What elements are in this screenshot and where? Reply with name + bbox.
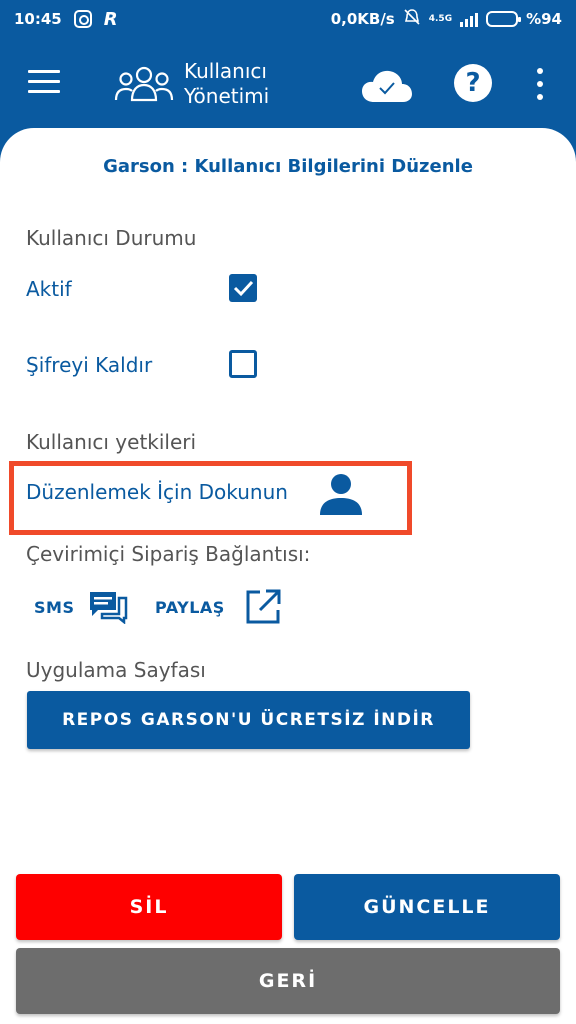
status-time: 10:45 <box>14 10 62 28</box>
open-external-icon[interactable] <box>244 588 282 626</box>
menu-button[interactable] <box>28 70 60 94</box>
app-title-line2: Yönetimi <box>184 84 270 108</box>
app-title: Kullanıcı Yönetimi <box>184 59 269 109</box>
check-icon <box>233 280 254 297</box>
network-speed: 0,0KB/s <box>330 10 395 28</box>
back-button[interactable]: GERİ <box>16 948 560 1014</box>
battery-icon <box>486 11 522 27</box>
alarm-off-icon <box>403 8 421 30</box>
edit-user-card: Garson : Kullanıcı Bilgilerini Düzenle K… <box>0 128 576 1024</box>
active-label: Aktif <box>26 277 72 301</box>
app-page-label: Uygulama Sayfası <box>26 658 206 682</box>
person-icon[interactable] <box>318 471 364 517</box>
instagram-icon <box>73 10 92 28</box>
delete-button[interactable]: SİL <box>16 874 282 940</box>
signal-icon <box>460 11 479 27</box>
remove-password-checkbox[interactable] <box>229 350 257 378</box>
help-button[interactable]: ? <box>454 64 492 102</box>
download-app-button[interactable]: REPOS GARSON'U ÜCRETSİZ İNDİR <box>27 691 470 749</box>
user-status-label: Kullanıcı Durumu <box>26 226 197 250</box>
users-icon <box>114 66 174 102</box>
sms-icon[interactable] <box>88 590 128 624</box>
update-button[interactable]: GÜNCELLE <box>294 874 560 940</box>
network-type: 4.5G <box>428 13 453 24</box>
sms-button[interactable]: SMS <box>34 598 74 617</box>
more-options-icon[interactable] <box>534 68 546 100</box>
edit-permissions-link[interactable]: Düzenlemek İçin Dokunun <box>26 480 288 504</box>
app-notification-icon: R <box>103 8 118 30</box>
app-bar: Kullanıcı Yönetimi ? <box>0 38 576 130</box>
app-title-line1: Kullanıcı <box>184 59 267 83</box>
cloud-sync-icon[interactable] <box>360 66 414 106</box>
battery-level: %94 <box>526 10 562 28</box>
page-title: Garson : Kullanıcı Bilgilerini Düzenle <box>103 156 473 177</box>
status-bar: 10:45 R 0,0KB/s 4.5G %94 <box>0 0 576 38</box>
share-button[interactable]: PAYLAŞ <box>155 598 225 617</box>
active-checkbox[interactable] <box>229 274 257 302</box>
user-permissions-label: Kullanıcı yetkileri <box>26 430 197 454</box>
online-order-link-label: Çevirimiçi Sipariş Bağlantısı: <box>26 542 311 566</box>
remove-password-label: Şifreyi Kaldır <box>26 353 153 377</box>
